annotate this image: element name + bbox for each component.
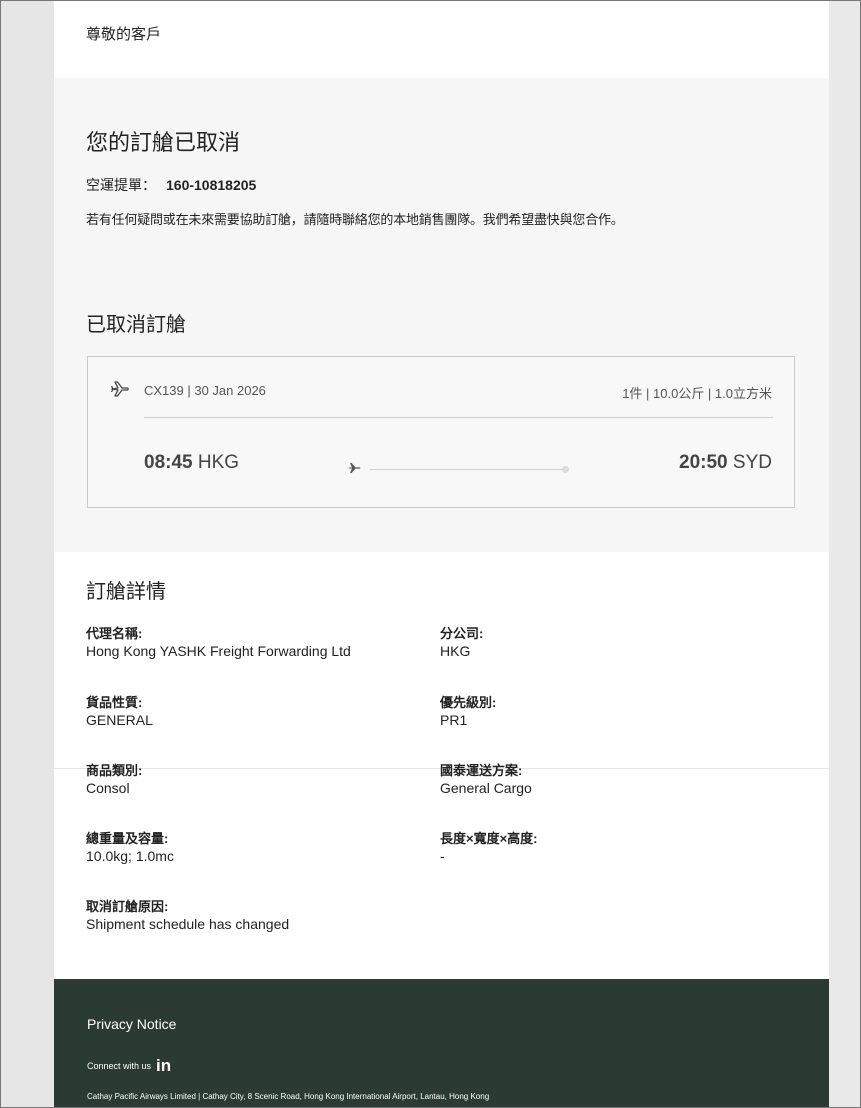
commodity-field: 商品類別: Consol	[86, 762, 142, 797]
agent-field: 代理名稱: Hong Kong YASHK Freight Forwarding…	[86, 625, 351, 660]
shipment-summary: 1件 | 10.0公斤 | 1.0立方米	[622, 386, 772, 401]
contact-notice: 若有任何疑問或在未來需要協助訂艙，請隨時聯絡您的本地銷售團隊。我們希望盡快與您合…	[86, 212, 624, 227]
email-body: 尊敬的客戶 您的訂艙已取消 空運提單： 160-10818205 若有任何疑問或在…	[54, 1, 829, 1107]
departure-time: 08:45	[144, 452, 193, 473]
departure: 08:45 HKG	[144, 452, 239, 474]
branch-value: HKG	[440, 643, 471, 659]
cancelled-booking-heading: 已取消訂艙	[86, 314, 186, 336]
dimensions-field: 長度×寬度×高度: -	[440, 830, 538, 865]
route-line	[370, 469, 565, 470]
linkedin-icon[interactable]: in	[156, 1057, 171, 1074]
cancellation-section: 您的訂艙已取消 空運提單： 160-10818205 若有任何疑問或在未來需要協助…	[54, 78, 829, 552]
dimensions-label: 長度×寬度×高度:	[440, 831, 538, 846]
priority-label: 優先級別:	[440, 695, 497, 710]
departure-airport: HKG	[197, 452, 240, 473]
weight-volume-field: 總重量及容量: 10.0kg; 1.0mc	[86, 830, 174, 865]
connect-with-us: Connect with us in	[87, 1057, 171, 1074]
awb-line: 空運提單： 160-10818205	[86, 175, 256, 195]
goods-nature-label: 貨品性質:	[86, 695, 143, 710]
goods-nature-field: 貨品性質: GENERAL	[86, 694, 153, 729]
dimensions-value: -	[440, 848, 445, 864]
booking-details-heading: 訂艙詳情	[86, 581, 166, 603]
page-title: 您的訂艙已取消	[86, 130, 241, 155]
agent-label: 代理名稱:	[86, 626, 143, 641]
branch-field: 分公司: HKG	[440, 625, 483, 660]
cancel-reason-value: Shipment schedule has changed	[86, 916, 290, 932]
priority-field: 優先級別: PR1	[440, 694, 496, 729]
right-gutter	[829, 1, 860, 1107]
cancel-reason-label: 取消訂艙原因:	[86, 899, 169, 914]
greeting: 尊敬的客戶	[86, 26, 162, 43]
commodity-label: 商品類別:	[86, 763, 143, 778]
connect-label: Connect with us	[87, 1061, 152, 1071]
branch-label: 分公司:	[440, 626, 484, 641]
cancel-reason-field: 取消訂艙原因: Shipment schedule has changed	[86, 898, 289, 933]
company-address: Cathay Pacific Airways Limited | Cathay …	[87, 1092, 490, 1101]
awb-label: 空運提單：	[86, 177, 156, 193]
agent-value: Hong Kong YASHK Freight Forwarding Ltd	[86, 643, 351, 659]
arrival: 20:50 SYD	[679, 452, 772, 474]
product-value: General Cargo	[440, 780, 532, 796]
plane-icon	[110, 379, 130, 399]
priority-value: PR1	[440, 712, 468, 728]
product-field: 國泰運送方案: General Cargo	[440, 762, 532, 797]
email-viewport: 尊敬的客戶 您的訂艙已取消 空運提單： 160-10818205 若有任何疑問或在…	[0, 0, 861, 1108]
footer: Privacy Notice Connect with us in Cathay…	[54, 979, 829, 1107]
product-label: 國泰運送方案:	[440, 763, 523, 778]
route-end-dot	[562, 466, 569, 473]
weight-volume-label: 總重量及容量:	[86, 831, 169, 846]
commodity-value: Consol	[86, 780, 130, 796]
flight-card: CX139 | 30 Jan 2026 1件 | 10.0公斤 | 1.0立方米…	[87, 356, 795, 508]
goods-nature-value: GENERAL	[86, 712, 153, 728]
flight-info: CX139 | 30 Jan 2026	[144, 383, 266, 398]
route-plane-icon	[346, 460, 362, 476]
card-divider	[144, 417, 773, 418]
awb-number: 160-10818205	[166, 177, 257, 193]
privacy-notice-link[interactable]: Privacy Notice	[87, 1016, 176, 1032]
arrival-airport: SYD	[732, 452, 772, 473]
arrival-time: 20:50	[679, 452, 728, 473]
weight-volume-value: 10.0kg; 1.0mc	[86, 848, 174, 864]
